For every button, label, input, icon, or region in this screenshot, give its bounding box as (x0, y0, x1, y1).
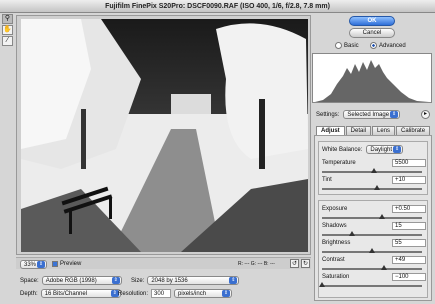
resolution-unit-value: pixels/inch (178, 291, 207, 297)
tab-bar: Adjust Detail Lens Calibrate (316, 126, 431, 135)
resolution-field[interactable]: 300 (151, 289, 172, 298)
tab-adjust[interactable]: Adjust (316, 126, 345, 135)
rotate-right-icon[interactable]: ↻ (301, 259, 310, 268)
depth-label: Depth: (20, 290, 38, 297)
chevron-updown-icon: ⇕ (393, 146, 402, 153)
histogram (312, 53, 432, 103)
settings-row: Settings: Selected Image ⇕ (316, 110, 401, 119)
shadows-label: Shadows (322, 223, 347, 229)
white-balance-label: White Balance: (322, 146, 363, 153)
radio-unchecked-icon (335, 42, 342, 49)
tab-calibrate[interactable]: Calibrate (396, 126, 431, 135)
tint-track[interactable] (322, 185, 422, 190)
zoom-value: 33% (24, 262, 37, 268)
depth-value: 16 Bits/Channel (44, 291, 88, 297)
chevron-updown-icon: ⇕ (229, 277, 238, 284)
contrast-track[interactable] (322, 265, 422, 270)
basic-label: Basic (344, 42, 359, 49)
rotate-left-icon[interactable]: ↺ (290, 259, 299, 268)
checkbox-checked-icon (52, 261, 58, 267)
exposure-label: Exposure (322, 206, 348, 212)
chevron-updown-icon: ⇕ (222, 290, 231, 297)
brightness-thumb[interactable] (369, 248, 375, 253)
advanced-label: Advanced (379, 42, 406, 49)
white-balance-value: Daylight (370, 147, 393, 153)
exposure-thumb[interactable] (379, 214, 385, 219)
temperature-field[interactable]: 5500 (392, 159, 426, 167)
toolbar: ⚲ ✋ ⁄ (2, 14, 14, 46)
chevron-updown-icon: ⇕ (111, 277, 120, 284)
rgb-readout: R: --- G: --- B: --- (238, 261, 275, 267)
settings-select[interactable]: Selected Image ⇕ (343, 110, 401, 119)
tab-lens[interactable]: Lens (372, 126, 396, 135)
brightness-field[interactable]: 55 (392, 239, 426, 247)
tab-detail[interactable]: Detail (345, 126, 372, 135)
tint-field[interactable]: +10 (392, 176, 426, 184)
exposure-track[interactable] (322, 214, 422, 219)
chevron-updown-icon: ⇕ (390, 111, 399, 118)
white-balance-eyedropper-icon[interactable]: ⁄ (2, 36, 13, 46)
ok-button[interactable]: OK (349, 16, 395, 26)
saturation-label: Saturation (322, 274, 350, 280)
infrared-photo (21, 19, 308, 252)
brightness-track[interactable] (322, 248, 422, 253)
basic-radio[interactable]: Basic (335, 42, 359, 49)
saturation-field[interactable]: −100 (392, 273, 426, 281)
settings-menu-icon[interactable]: ▸ (421, 110, 430, 119)
depth-row: Depth: 16 Bits/Channel ⇕ (20, 289, 121, 298)
settings-label: Settings: (316, 111, 340, 118)
space-value: Adobe RGB (1998) (45, 278, 97, 284)
contrast-thumb[interactable] (381, 265, 387, 270)
window-title: Fujifilm FinePix S20Pro: DSCF0090.RAF (I… (0, 0, 435, 13)
space-label: Space: (20, 277, 39, 284)
zoom-icon[interactable]: ⚲ (2, 14, 13, 24)
image-preview[interactable] (16, 15, 311, 255)
saturation-track[interactable] (319, 282, 422, 287)
shadows-thumb[interactable] (349, 231, 355, 236)
space-select[interactable]: Adobe RGB (1998) ⇕ (41, 276, 122, 285)
white-balance-select[interactable]: Daylight ⇕ (366, 145, 404, 154)
space-row: Space: Adobe RGB (1998) ⇕ (20, 276, 122, 285)
radio-checked-icon (370, 42, 377, 49)
preview-label: Preview (60, 261, 82, 267)
white-balance-row: White Balance: Daylight ⇕ (322, 145, 404, 154)
size-row: Size: 2048 by 1536 ⇕ (131, 276, 240, 285)
temperature-thumb[interactable] (371, 168, 377, 173)
resolution-unit-select[interactable]: pixels/inch ⇕ (174, 289, 233, 298)
size-label: Size: (131, 277, 145, 284)
settings-value: Selected Image (347, 112, 390, 118)
saturation-thumb[interactable] (319, 282, 325, 287)
chevron-updown-icon: ⇕ (37, 261, 46, 268)
zoom-select[interactable]: 33% ⇕ (20, 260, 48, 269)
hand-icon[interactable]: ✋ (2, 25, 13, 35)
cancel-button[interactable]: Cancel (349, 28, 395, 38)
size-value: 2048 by 1536 (151, 278, 188, 284)
shadows-track[interactable] (322, 231, 422, 236)
depth-select[interactable]: 16 Bits/Channel ⇕ (40, 289, 121, 298)
resolution-row: Resolution: 300 pixels/inch ⇕ (118, 289, 233, 298)
preview-checkbox[interactable]: Preview (52, 261, 81, 267)
advanced-radio[interactable]: Advanced (370, 42, 406, 49)
shadows-field[interactable]: 15 (392, 222, 426, 230)
exposure-field[interactable]: +0.50 (392, 205, 426, 213)
temperature-label: Temperature (322, 160, 356, 166)
resolution-label: Resolution: (118, 290, 149, 297)
contrast-field[interactable]: +49 (392, 256, 426, 264)
size-select[interactable]: 2048 by 1536 ⇕ (147, 276, 240, 285)
temperature-track[interactable] (322, 168, 422, 173)
contrast-label: Contrast (322, 257, 345, 263)
tint-thumb[interactable] (374, 185, 380, 190)
tint-label: Tint (322, 177, 332, 183)
brightness-label: Brightness (322, 240, 351, 246)
